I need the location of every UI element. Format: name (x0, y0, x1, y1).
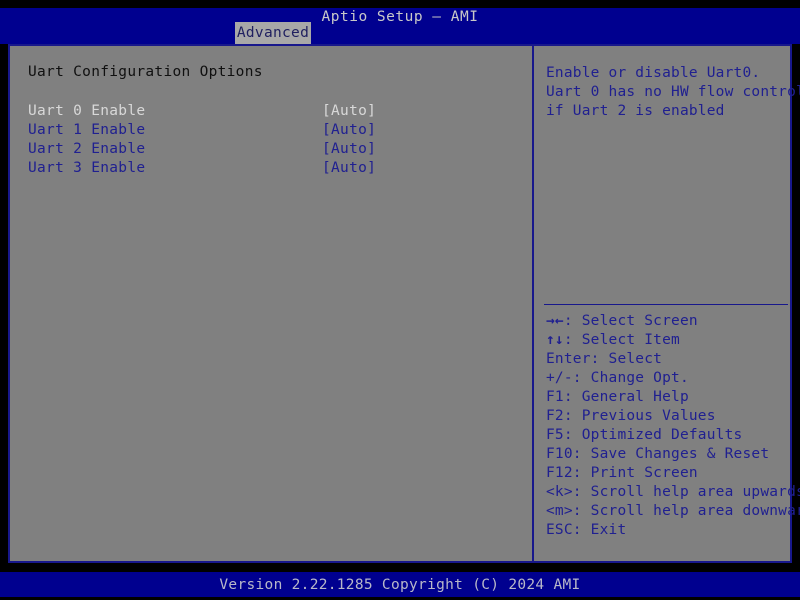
page-title: Aptio Setup – AMI (321, 9, 479, 25)
legend-line: F12: Print Screen (546, 464, 792, 483)
legend-label: : Select Item (563, 332, 680, 348)
help-text: Enable or disable Uart0. Uart 0 has no HW… (546, 64, 800, 121)
setting-row[interactable]: Uart 3 Enable [Auto] (10, 159, 532, 178)
legend-line: <k>: Scroll help area upwards (546, 483, 800, 502)
legend-line: F5: Optimized Defaults (546, 426, 792, 445)
legend-label: <k>: Scroll help area upwards (546, 484, 800, 500)
legend-line: ESC: Exit (546, 521, 792, 540)
main-frame: Uart Configuration Options Uart 0 Enable… (8, 44, 800, 563)
legend-line: F10: Save Changes & Reset (546, 445, 792, 464)
help-legend-divider (544, 304, 788, 305)
arrow-keys-icon: ↑↓ (546, 332, 564, 348)
legend-label: : Select Screen (563, 313, 698, 329)
setting-row[interactable]: Uart 2 Enable [Auto] (10, 140, 532, 159)
legend-line: F2: Previous Values (546, 407, 792, 426)
legend-label: F10: Save Changes & Reset (546, 446, 770, 462)
legend-label: F1: General Help (546, 389, 689, 405)
tab-advanced[interactable]: Advanced (235, 22, 311, 44)
settings-list: Uart 0 Enable [Auto] Uart 1 Enable [Auto] Ua… (10, 102, 532, 178)
setting-value[interactable]: [Auto] (322, 121, 376, 140)
setting-value[interactable]: [Auto] (322, 102, 376, 121)
legend-label: ESC: Exit (546, 522, 627, 538)
legend-line: ↑↓: Select Item (546, 331, 792, 350)
setting-label: Uart 1 Enable (28, 122, 146, 138)
legend-line: <m>: Scroll help area downwards (546, 502, 800, 521)
help-line: Enable or disable Uart0. (546, 65, 761, 81)
setting-value[interactable]: [Auto] (322, 140, 376, 159)
legend-line: +/-: Change Opt. (546, 369, 792, 388)
section-title: Uart Configuration Options (28, 64, 263, 80)
setting-value[interactable]: [Auto] (322, 159, 376, 178)
legend-label: Enter: Select (546, 351, 663, 367)
legend-line: Enter: Select (546, 350, 792, 369)
setting-row[interactable]: Uart 0 Enable [Auto] (10, 102, 532, 121)
setting-row[interactable]: Uart 1 Enable [Auto] (10, 121, 532, 140)
legend-label: F5: Optimized Defaults (546, 427, 743, 443)
help-line: Uart 0 has no HW flow control (546, 84, 800, 100)
legend-label: +/-: Change Opt. (546, 370, 689, 386)
key-legend: →←: Select Screen ↑↓: Select Item Enter: S… (546, 312, 800, 540)
legend-line: →←: Select Screen (546, 312, 792, 331)
setting-label: Uart 0 Enable (28, 103, 146, 119)
legend-label: F2: Previous Values (546, 408, 716, 424)
arrow-keys-icon: →← (546, 313, 564, 329)
legend-line: F1: General Help (546, 388, 792, 407)
setting-label: Uart 2 Enable (28, 141, 146, 157)
bios-setup-screen: Aptio Setup – AMI Advanced Uart Configur… (0, 0, 800, 600)
legend-label: F12: Print Screen (546, 465, 698, 481)
version-text: Version 2.22.1285 Copyright (C) 2024 AMI (219, 577, 581, 593)
legend-label: <m>: Scroll help area downwards (546, 503, 800, 519)
setting-label: Uart 3 Enable (28, 160, 146, 176)
help-line: if Uart 2 is enabled (546, 103, 725, 119)
settings-pane: Uart Configuration Options Uart 0 Enable… (10, 46, 532, 561)
help-pane: Enable or disable Uart0. Uart 0 has no HW… (534, 46, 800, 561)
